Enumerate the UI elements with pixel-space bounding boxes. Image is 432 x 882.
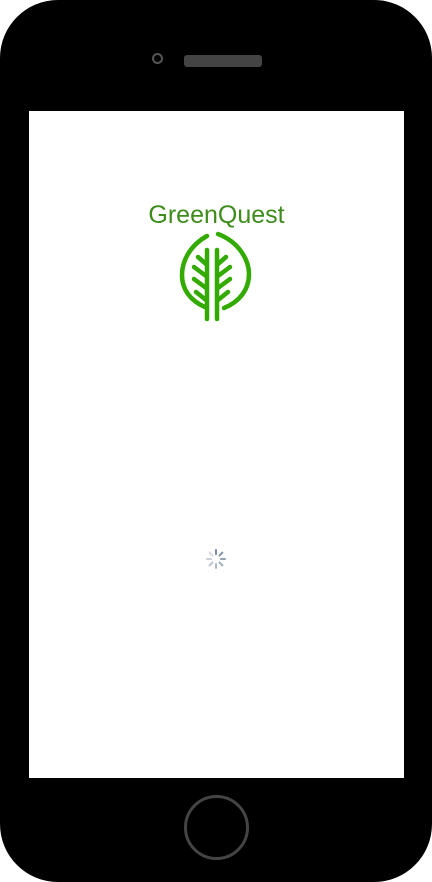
front-camera [152, 53, 163, 64]
loading-spinner-icon [206, 549, 226, 569]
phone-frame: GreenQuest [0, 0, 432, 882]
splash-screen: GreenQuest [29, 111, 404, 778]
app-name: GreenQuest [148, 201, 285, 229]
home-button[interactable] [184, 795, 249, 860]
earpiece-speaker [184, 55, 262, 67]
leaf-icon [179, 231, 252, 322]
